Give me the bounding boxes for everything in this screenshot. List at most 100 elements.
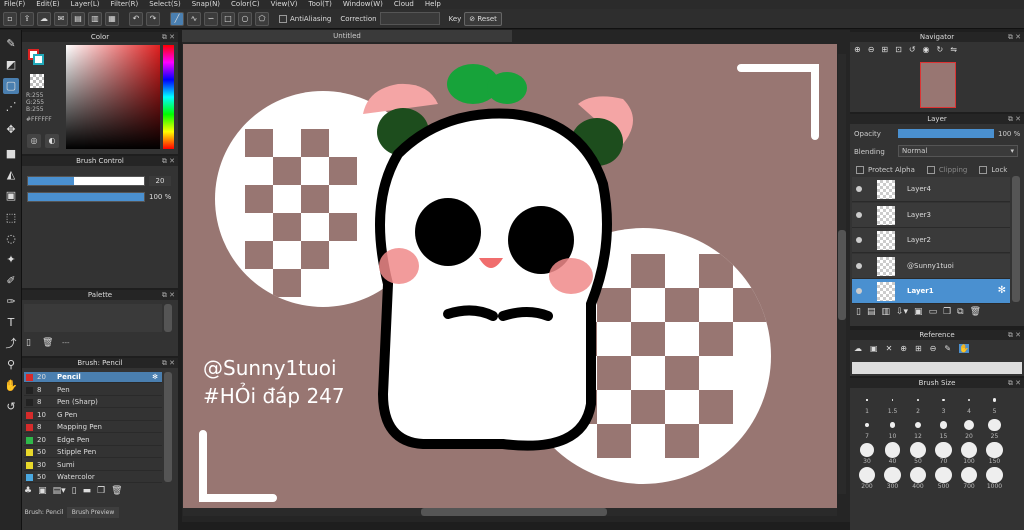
correction-dropdown[interactable] [379,12,440,25]
brush-opacity-slider[interactable] [27,192,145,202]
save-icon[interactable]: ▤ [71,11,85,26]
new-layer-icon[interactable]: ▯ [856,307,861,321]
brush-size-cell[interactable]: 30 [855,442,879,466]
fill-rect-tool-icon[interactable]: ■ [3,146,19,162]
brush-size-value[interactable]: 20 [149,176,171,186]
open-file-icon[interactable]: ⇪ [20,11,34,26]
polygon-icon[interactable]: ⬠ [255,11,269,26]
dot-tool-icon[interactable]: ⋰ [3,99,19,115]
reset-button[interactable]: ⊘ Reset [464,11,502,26]
menu-item[interactable]: Select(S) [149,0,181,9]
menu-item[interactable]: Cloud [394,0,414,9]
brush-list-item[interactable]: 30 Sumi [24,460,162,471]
layer-import-icon[interactable]: ⇩▾ [896,307,908,321]
menu-item[interactable]: Edit(E) [36,0,59,9]
select-eraser-icon[interactable]: ✑ [3,294,19,310]
line-snap-icon[interactable]: ╱ [170,11,184,26]
brush-dup-icon[interactable]: ❐ [97,486,105,500]
polyline-icon[interactable]: ∿ [187,11,201,26]
new-8bit-layer-icon[interactable]: ▥ [881,307,890,321]
gradient-tool-icon[interactable]: ▣ [3,188,19,204]
brush-open-icon[interactable]: ▬ [83,486,92,500]
brush-size-cell[interactable]: 5 [983,392,1007,416]
brush-size-cell[interactable]: 25 [983,417,1007,441]
menu-item[interactable]: Tool(T) [309,0,332,9]
hand-tool-icon[interactable]: ✋ [3,378,19,394]
brush-size-cell[interactable]: 4 [957,392,981,416]
layer-row[interactable]: @Sunny1tuoi [852,253,1010,279]
palette-add-icon[interactable]: ▯ [26,338,31,348]
brush-size-cell[interactable]: 300 [881,466,905,491]
bucket-tool-icon[interactable]: ◭ [3,167,19,183]
canvas-tab-title[interactable]: Untitled [182,30,512,42]
brush-size-cell[interactable]: 1 [855,392,879,416]
grid-icon[interactable]: ▦ [105,11,119,26]
new-file-icon[interactable]: ▫ [3,11,17,26]
lasso-tool-icon[interactable]: ◌ [3,231,19,247]
flip-icon[interactable]: ⇋ [950,45,957,54]
layer-opacity-slider[interactable] [898,129,994,138]
ref-close-icon[interactable]: ✕ [886,344,893,353]
gear-icon[interactable]: ✻ [152,372,158,383]
tab-brush-preview[interactable]: Brush Preview [67,507,119,518]
brush-list-item[interactable]: 20 Edge Pen [24,435,162,446]
layer-row[interactable]: Layer3 [852,202,1010,228]
brush-size-cell[interactable]: 3 [932,392,956,416]
lock-checkbox[interactable] [979,166,988,174]
text-tool-icon[interactable]: T [3,315,19,331]
color-wheel-icon[interactable]: ◎ [27,134,41,148]
layer-merge-icon[interactable]: ▭ [929,307,938,321]
shape-tool-icon[interactable]: ▢ [3,78,19,94]
hue-slider[interactable] [163,45,174,149]
tab-brush-pencil[interactable]: Brush: Pencil [22,507,66,518]
menu-item[interactable]: Color(C) [231,0,260,9]
brush-size-cell[interactable]: 700 [957,466,981,491]
layer-row[interactable]: Layer2 [852,228,1010,254]
brush-list-item[interactable]: 50 Stipple Pen [24,447,162,458]
reset-view-icon[interactable]: ◉ [923,45,930,54]
brush-copy-icon[interactable]: ▤▾ [53,486,66,500]
rotate-left-icon[interactable]: ↺ [909,45,916,54]
brush-size-cell[interactable]: 1000 [983,466,1007,491]
brush-delete-icon[interactable]: 🗑 [111,486,122,500]
divide-tool-icon[interactable]: ⤴ [3,336,19,352]
fit-icon[interactable]: ⊞ [881,45,888,54]
ref-zoom-out-icon[interactable]: ⊖ [930,344,937,353]
brush-size-cell[interactable]: 200 [855,466,879,491]
antialias-checkbox[interactable] [279,14,287,23]
cloud-icon[interactable]: ☁ [37,11,51,26]
blending-select[interactable]: Normal ▾ [898,145,1018,157]
layer-row[interactable]: Layer4 [852,177,1010,202]
menu-item[interactable]: Snap(N) [192,0,220,9]
eye-icon[interactable] [856,262,862,269]
brush-size-cell[interactable]: 70 [932,441,956,466]
background-color-swatch[interactable] [33,54,44,65]
zoom-in-icon[interactable]: ⊕ [854,45,861,54]
brush-list-item[interactable]: 20 Pencil ✻ [24,372,162,383]
layer-list-scrollbar[interactable] [1012,176,1020,302]
brush-size-cell[interactable]: 10 [881,417,905,441]
new-folder-icon[interactable]: ▣ [914,307,923,321]
magic-wand-icon[interactable]: ✦ [3,252,19,268]
ellipse-icon[interactable]: ○ [238,11,252,26]
clipping-checkbox[interactable] [926,166,935,174]
brush-size-slider[interactable] [27,176,145,186]
transparent-color-icon[interactable] [30,74,44,88]
brush-add-icon[interactable]: ♣ [24,486,32,500]
brush-size-cell[interactable]: 500 [932,466,956,491]
layer-duplicate-icon[interactable]: ⧉ [957,307,963,321]
palette-delete-icon[interactable]: 🗑 [42,338,53,348]
menu-item[interactable]: Help [425,0,441,9]
ref-hand-icon[interactable]: ✋ [959,344,970,353]
brush-size-cell[interactable]: 15 [932,417,956,441]
menu-item[interactable]: Layer(L) [71,0,100,9]
canvas-vscroll-thumb[interactable] [838,230,846,320]
redo-icon[interactable]: ↷ [146,11,160,26]
brush-list-item[interactable]: 8 Pen (Sharp) [24,397,162,408]
brush-folder-icon[interactable]: ▣ [38,486,47,500]
brush-size-cell[interactable]: 20 [957,417,981,441]
protect-alpha-checkbox[interactable] [856,166,864,174]
navigator-thumbnail[interactable] [920,62,956,108]
undo-icon[interactable]: ↶ [129,11,143,26]
eye-icon[interactable] [856,288,862,295]
